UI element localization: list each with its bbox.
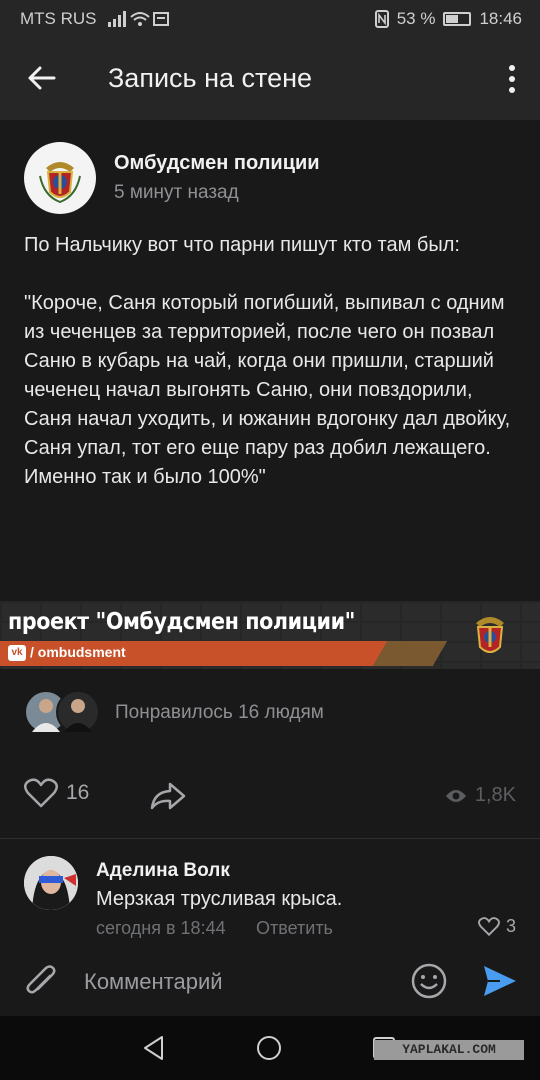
emoji-icon[interactable] [410,962,448,1000]
police-emblem-icon [39,162,81,204]
views-count: 1,8K [474,784,516,806]
post-text: По Нальчику вот что парни пишут кто там … [24,234,511,488]
vk-logo-icon: vk [8,645,26,661]
reply-button[interactable]: Ответить [256,918,333,939]
clock: 18:46 [479,9,522,28]
banner-headline: проект "Омбудсмен полиции" [8,609,355,635]
comment-time: сегодня в 18:44 [96,918,226,938]
heart-icon [478,917,500,936]
like-button[interactable]: 16 [24,778,89,808]
nav-back-icon[interactable] [140,1034,168,1062]
post-author-avatar[interactable] [24,142,96,214]
share-icon[interactable] [148,780,188,812]
views-counter: 1,8K [445,784,516,807]
app-header: Запись на стене [0,36,540,120]
back-arrow-icon[interactable] [22,58,62,98]
comment-text: Мерзкая трусливая крыса. [96,888,343,910]
comment-like-button[interactable]: 3 [478,916,516,937]
avatar [24,142,96,214]
signal-wifi-icons [108,11,169,27]
nav-home-icon[interactable] [255,1034,283,1062]
comment-composer [0,950,540,1016]
paperclip-icon[interactable] [22,962,62,1002]
divider [0,838,540,839]
comment-author[interactable]: Аделина Волк [96,860,230,882]
like-count: 16 [66,781,90,804]
send-icon[interactable] [480,962,518,1000]
status-bar: MTS RUS 53 % 18:46 [0,0,540,36]
watermark: YAPLAKAL.COM [374,1040,524,1060]
nfc-icon [374,10,389,28]
post-image-banner[interactable]: проект "Омбудсмен полиции" vk / ombudsme… [0,601,540,669]
post-author-name[interactable]: Омбудсмен полиции [114,152,320,175]
comment-input[interactable] [84,960,384,1004]
comment-item: Аделина Волк Мерзкая трусливая крыса. се… [0,850,540,950]
battery-fill [446,15,459,23]
more-options-icon[interactable] [502,62,522,96]
comment-avatar[interactable] [24,856,78,910]
comment-like-count: 3 [505,916,516,936]
heart-icon [24,778,58,808]
liker-avatar [56,690,100,734]
police-emblem-icon [476,617,504,653]
battery-percent: 53 % [396,9,436,28]
eye-icon [445,789,466,802]
banner-handle: / ombudsment [30,644,126,660]
post-time: 5 минут назад [114,182,239,203]
carrier-name: MTS RUS [20,9,97,28]
battery-icon [443,12,472,26]
post-actions: 16 1,8K [0,770,540,826]
liked-by-text[interactable]: Понравилось 16 людям [115,702,324,724]
page-title: Запись на стене [108,63,313,93]
